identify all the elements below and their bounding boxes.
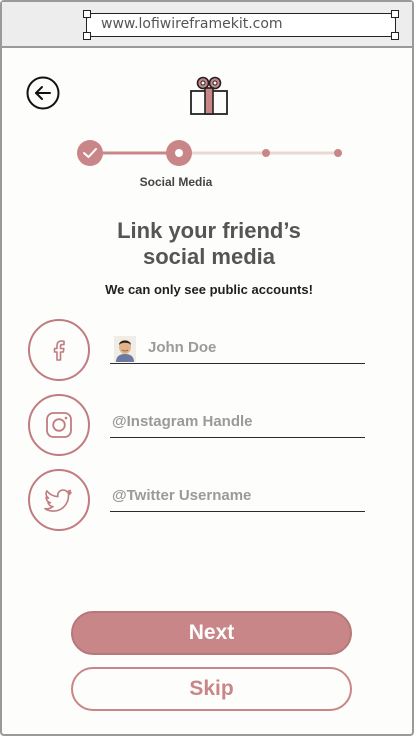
next-button[interactable]: Next [71, 611, 352, 655]
twitter-username-placeholder: @Twitter Username [112, 487, 252, 504]
twitter-icon [44, 489, 72, 512]
step-2-current [166, 140, 192, 166]
title-line-2: social media [142, 244, 276, 269]
page-title: Link your friend’s social media [2, 218, 414, 270]
title-line-1: Link your friend’s [117, 218, 301, 243]
current-step-label: Social Media [139, 175, 213, 189]
twitter-badge [28, 469, 90, 531]
url-corner-handle [83, 10, 91, 18]
progress-stepper [72, 138, 352, 172]
facebook-badge [28, 319, 90, 381]
avatar [114, 335, 136, 362]
url-corner-handle [83, 32, 91, 40]
back-button[interactable] [26, 76, 60, 110]
twitter-username-field[interactable]: @Twitter Username [110, 480, 365, 512]
page-subtitle: We can only see public accounts! [105, 282, 313, 297]
step-4 [334, 149, 342, 157]
step-3 [262, 149, 270, 157]
instagram-handle-field[interactable]: @Instagram Handle [110, 406, 365, 438]
url-corner-handle [391, 32, 399, 40]
facebook-name-field[interactable]: John Doe [110, 332, 365, 364]
skip-button[interactable]: Skip [71, 667, 352, 711]
facebook-icon [53, 340, 65, 361]
url-text: www.lofiwireframekit.com [101, 16, 283, 32]
browser-bar: www.lofiwireframekit.com [2, 2, 412, 48]
phone-frame: www.lofiwireframekit.com Social Media Li… [0, 0, 414, 736]
back-arrow-icon [26, 76, 60, 110]
gift-icon [190, 76, 228, 115]
gift-logo [186, 74, 232, 116]
facebook-name-value: John Doe [148, 339, 217, 356]
instagram-icon [46, 412, 72, 438]
url-bar[interactable]: www.lofiwireframekit.com [86, 13, 396, 37]
instagram-handle-placeholder: @Instagram Handle [112, 413, 253, 430]
instagram-badge [28, 394, 90, 456]
url-corner-handle [391, 10, 399, 18]
step-1-completed [77, 140, 103, 166]
